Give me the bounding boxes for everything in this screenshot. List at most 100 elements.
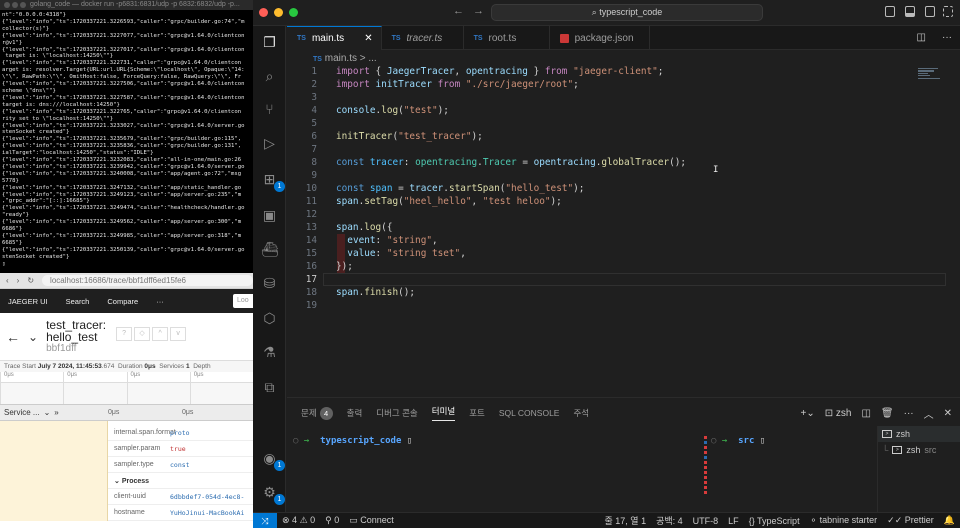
encoding[interactable]: UTF-8 bbox=[688, 516, 724, 526]
toggle-sidebar-icon[interactable] bbox=[885, 6, 895, 17]
remote-explorer-icon[interactable]: ▣ bbox=[261, 207, 278, 224]
nav-search-link[interactable]: Search bbox=[66, 297, 90, 306]
docker-terminal-window[interactable]: golang_code — docker run -p6831:6831/udp… bbox=[0, 0, 253, 273]
ports-status[interactable]: ⚲ 0 bbox=[320, 515, 344, 526]
nav-compare-link[interactable]: Compare bbox=[107, 297, 138, 306]
run-debug-icon[interactable]: ▷ bbox=[261, 135, 278, 152]
trace-header: ← ⌄ test_tracer: hello_test bbf1dff ? ◇ … bbox=[0, 313, 253, 361]
line-number: 11 bbox=[305, 196, 317, 207]
zoom-dot-icon[interactable] bbox=[289, 8, 298, 17]
split-terminal-icon[interactable]: ◫ bbox=[861, 408, 870, 419]
terminal-list-item[interactable]: > zsh bbox=[878, 426, 960, 442]
testing-icon[interactable]: ⚗ bbox=[261, 344, 278, 361]
editor-minimap[interactable] bbox=[918, 68, 942, 82]
tab-ports[interactable]: 포트 bbox=[469, 407, 485, 419]
help-icon[interactable]: ? bbox=[116, 326, 133, 341]
breadcrumb-more[interactable]: ... bbox=[368, 53, 376, 64]
nav-more-link[interactable]: ··· bbox=[156, 297, 164, 306]
zoom-dot-icon[interactable] bbox=[20, 2, 26, 8]
jaeger-brand[interactable]: JAEGER UI bbox=[8, 297, 48, 306]
tab-root-ts[interactable]: TS root.ts bbox=[464, 26, 550, 50]
gitlens-icon[interactable]: ⬡ bbox=[261, 310, 278, 327]
settings-gear-icon[interactable]: ⚙ 1 bbox=[261, 484, 285, 505]
tab-output[interactable]: 출력 bbox=[347, 407, 363, 419]
trash-icon[interactable]: 🗑 bbox=[881, 408, 894, 419]
tab-terminal[interactable]: 터미널 bbox=[431, 405, 456, 421]
tab-debug-console[interactable]: 디버그 콘솔 bbox=[376, 407, 417, 419]
indentation[interactable]: 공백: 4 bbox=[651, 514, 688, 527]
accounts-icon[interactable]: ◉ 1 bbox=[261, 450, 285, 471]
cursor-position[interactable]: 줄 17, 열 1 bbox=[600, 514, 652, 527]
database-icon[interactable]: ⛁ bbox=[261, 275, 278, 292]
forward-arrow-icon[interactable]: › bbox=[17, 276, 20, 285]
maximize-panel-icon[interactable]: ︿ bbox=[924, 406, 934, 421]
back-arrow-icon[interactable]: ← bbox=[6, 329, 20, 345]
service-column-header[interactable]: Service ... bbox=[4, 408, 40, 417]
tab-main-ts[interactable]: TS main.ts ✕ bbox=[287, 26, 382, 50]
terminal-pane-1[interactable]: ○ → typescript_code ▯ bbox=[293, 436, 412, 446]
url-bar[interactable]: localhost:16686/trace/bbf1dff6ed15fe6 bbox=[42, 275, 253, 286]
problems-status[interactable]: ⊗ 4 ⚠ 0 bbox=[277, 515, 320, 526]
status-bar: ⤨ ⊗ 4 ⚠ 0 ⚲ 0 ▭ Connect 줄 17, 열 1 공백: 4 … bbox=[253, 512, 960, 528]
terminal-pane-2[interactable]: ○ → src ▯ bbox=[711, 436, 765, 446]
tabnine-status[interactable]: ⚬ tabnine starter bbox=[805, 515, 883, 526]
code-editor[interactable]: 1 2 3 4 5 6 7 8 9 10 11 12 13 14 15 16 17 18 19 import { J… bbox=[287, 66, 960, 395]
terminal-shell-label[interactable]: ⊡ zsh bbox=[825, 408, 852, 419]
terminal-cwd: src bbox=[738, 436, 755, 446]
end-of-line[interactable]: LF bbox=[723, 516, 744, 526]
command-center-search[interactable]: ⌕ typescript_code bbox=[491, 4, 763, 21]
trace-start-label: Trace Start bbox=[4, 363, 36, 370]
next-icon[interactable]: v bbox=[170, 326, 187, 341]
back-arrow-icon[interactable]: ← bbox=[453, 5, 464, 17]
tag-value: true bbox=[170, 444, 186, 453]
trace-start-value: July 7 2024, 11:45:53 bbox=[37, 363, 102, 370]
toggle-secondary-sidebar-icon[interactable] bbox=[925, 6, 935, 17]
prev-icon[interactable]: ^ bbox=[152, 326, 169, 341]
tab-package-json[interactable]: package.json bbox=[550, 26, 650, 50]
source-control-icon[interactable]: ⑂ bbox=[261, 101, 278, 118]
close-icon[interactable]: ✕ bbox=[364, 33, 372, 44]
prettier-status[interactable]: ✓✓ Prettier bbox=[882, 515, 939, 526]
connect-status[interactable]: ▭ Connect bbox=[344, 515, 399, 526]
code-line: span.finish(); bbox=[336, 287, 416, 298]
diamond-icon[interactable]: ◇ bbox=[134, 326, 151, 341]
terminal-list-item[interactable]: └ > zsh src bbox=[878, 442, 960, 458]
breadcrumb-file[interactable]: main.ts bbox=[325, 53, 357, 64]
new-terminal-icon[interactable]: +⌄ bbox=[801, 408, 815, 419]
split-editor-icon[interactable]: ◫ bbox=[909, 26, 934, 49]
language-mode[interactable]: {} TypeScript bbox=[744, 516, 805, 526]
source-tree-icon[interactable]: ⧉ bbox=[261, 379, 278, 396]
lookup-input[interactable]: Loo bbox=[233, 294, 253, 308]
explorer-icon[interactable]: ❐ bbox=[261, 34, 278, 51]
search-icon[interactable]: ⌕ bbox=[261, 68, 278, 85]
process-key: hostname bbox=[114, 509, 145, 516]
tab-problems[interactable]: 문제 4 bbox=[301, 406, 333, 420]
minimize-dot-icon[interactable] bbox=[12, 2, 18, 8]
close-icon[interactable]: ✕ bbox=[944, 408, 952, 419]
toggle-panel-icon[interactable] bbox=[905, 6, 915, 17]
tab-sql-console[interactable]: SQL CONSOLE bbox=[499, 408, 560, 418]
more-actions-icon[interactable]: ··· bbox=[904, 408, 914, 419]
trace-start-ms: .674 bbox=[101, 363, 115, 370]
remote-indicator-icon[interactable]: ⤨ bbox=[253, 512, 277, 528]
terminal-split-divider[interactable] bbox=[704, 436, 707, 506]
tab-comments[interactable]: 주석 bbox=[573, 407, 589, 419]
close-dot-icon[interactable] bbox=[4, 2, 10, 8]
collapse-chevron-icon[interactable]: ⌄ bbox=[28, 330, 38, 344]
close-dot-icon[interactable] bbox=[259, 8, 268, 17]
back-arrow-icon[interactable]: ‹ bbox=[6, 276, 9, 285]
tab-tracer-ts[interactable]: TS tracer.ts bbox=[382, 26, 464, 50]
docker-icon[interactable]: ⛴ bbox=[261, 241, 279, 258]
more-actions-icon[interactable]: ··· bbox=[934, 26, 960, 49]
process-section-toggle[interactable]: ⌄ Process bbox=[108, 477, 228, 485]
reload-icon[interactable]: ↻ bbox=[27, 276, 34, 285]
collapse-all-icon[interactable]: » bbox=[54, 408, 58, 417]
line-number: 4 bbox=[311, 105, 317, 116]
notifications-bell-icon[interactable]: 🔔 bbox=[939, 515, 960, 526]
extensions-icon[interactable]: ⊞ 1 bbox=[261, 171, 285, 192]
minimize-dot-icon[interactable] bbox=[274, 8, 283, 17]
collapse-icon[interactable]: ⌄ bbox=[44, 408, 51, 417]
forward-arrow-icon[interactable]: → bbox=[473, 5, 484, 17]
trace-minimap[interactable] bbox=[0, 383, 253, 405]
customize-layout-icon[interactable] bbox=[943, 6, 953, 17]
